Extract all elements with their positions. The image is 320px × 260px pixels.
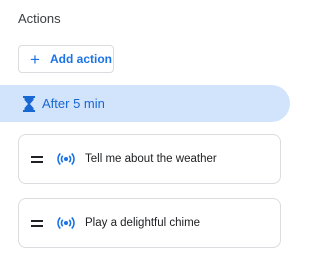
action-label: Tell me about the weather [85,153,217,165]
add-action-button[interactable]: + Add action [18,45,114,73]
hourglass-icon [22,95,36,113]
drag-handle-icon[interactable] [31,216,45,230]
action-card-chime[interactable]: Play a delightful chime [18,198,281,248]
delay-label: After 5 min [42,96,105,111]
broadcast-icon [57,152,75,166]
delay-row[interactable]: After 5 min [0,85,290,122]
action-card-weather[interactable]: Tell me about the weather [18,134,281,184]
plus-icon: + [30,49,40,69]
section-title: Actions [18,11,61,26]
drag-handle-icon[interactable] [31,152,45,166]
add-action-label: Add action [50,52,112,66]
broadcast-icon [57,216,75,230]
action-label: Play a delightful chime [85,217,201,229]
